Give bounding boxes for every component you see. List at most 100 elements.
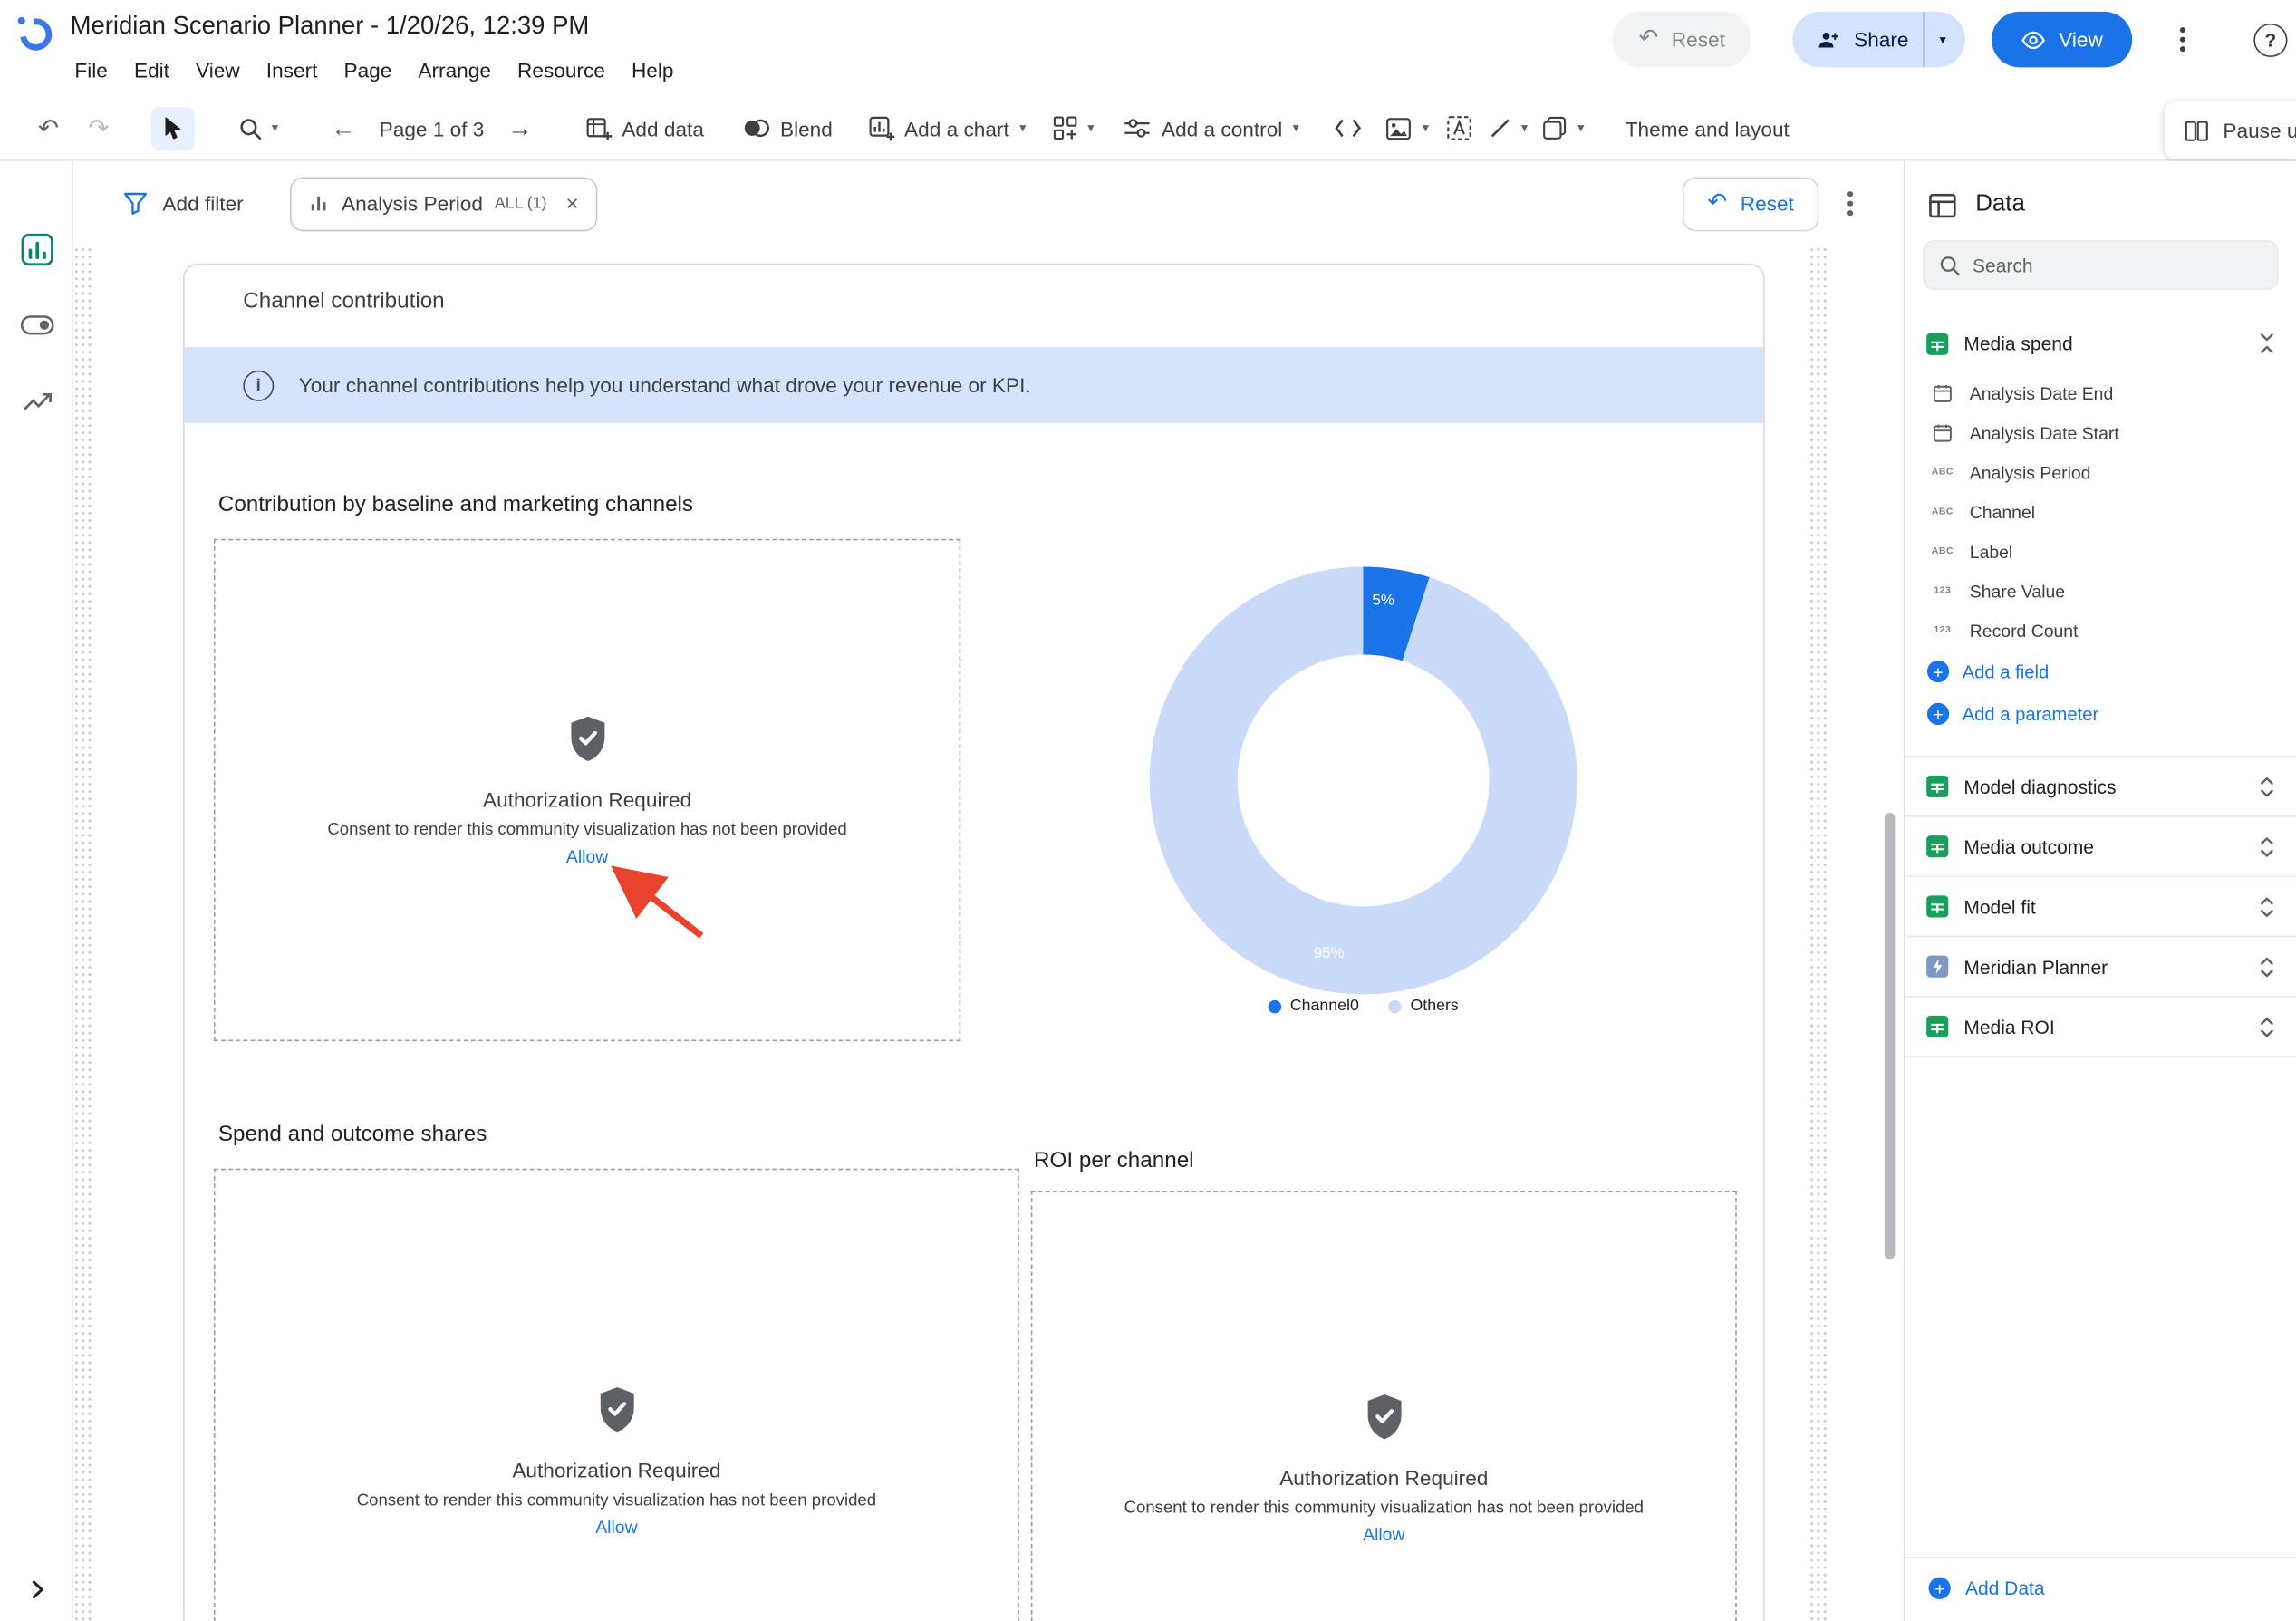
text-tool-button[interactable] xyxy=(1446,116,1471,140)
chart-legend: Channel0 Others xyxy=(1150,998,1577,1015)
page-forward-button[interactable]: → xyxy=(507,116,532,140)
source-meridian-planner[interactable]: Meridian Planner xyxy=(1905,937,2296,997)
unfold-more-icon[interactable] xyxy=(2258,776,2275,797)
help-button[interactable]: ? xyxy=(2253,23,2287,56)
menu-item-arrange[interactable]: Arrange xyxy=(405,53,505,88)
menu-item-edit[interactable]: Edit xyxy=(121,53,182,88)
add-filter-button[interactable]: Add filter xyxy=(123,192,244,216)
report-canvas: Add filter Analysis Period ALL (1) × ↶ R… xyxy=(73,161,1904,1621)
source-model-fit[interactable]: Model fit xyxy=(1905,877,2296,937)
allow-link[interactable]: Allow xyxy=(1363,1524,1404,1545)
community-viz-icon xyxy=(1053,116,1077,140)
pause-updates-button[interactable]: Pause u xyxy=(2165,101,2296,160)
auth-message: Consent to render this community visuali… xyxy=(327,821,846,838)
undo-button[interactable]: ↶ xyxy=(38,116,59,140)
source-model-diagnostics[interactable]: Model diagnostics xyxy=(1905,757,2296,817)
embed-button[interactable] xyxy=(1335,119,1363,138)
add-field-button[interactable]: + Add a field xyxy=(1905,651,2296,693)
filter-reset-button[interactable]: ↶ Reset xyxy=(1683,177,1818,231)
menu-item-file[interactable]: File xyxy=(62,53,121,88)
add-chart-button[interactable]: Add a chart ▾ xyxy=(868,115,1027,141)
field-row[interactable]: ABC Analysis Period xyxy=(1905,452,2296,492)
auth-box-roi[interactable]: Authorization Required Consent to render… xyxy=(1031,1191,1737,1621)
bar-chart-icon xyxy=(20,232,53,265)
cursor-icon xyxy=(161,116,183,140)
source-media-roi[interactable]: Media ROI xyxy=(1905,998,2296,1057)
field-row[interactable]: ABC Channel xyxy=(1905,492,2296,532)
rail-control-panel-button[interactable] xyxy=(0,287,73,363)
donut-hole xyxy=(1238,654,1490,906)
looker-studio-logo[interactable] xyxy=(14,14,54,53)
filter-bar-more-button[interactable] xyxy=(1838,181,1862,225)
close-icon[interactable]: × xyxy=(566,193,579,215)
donut-chart-container: 5% 95% xyxy=(1150,566,1577,994)
info-banner: i Your channel contributions help you un… xyxy=(185,347,1763,423)
theme-layout-button[interactable]: Theme and layout xyxy=(1626,116,1790,140)
community-viz-button[interactable]: ▾ xyxy=(1053,116,1095,140)
share-button[interactable]: Share ▾ xyxy=(1792,12,1965,67)
field-row[interactable]: ABC Label xyxy=(1905,532,2296,572)
page-indicator[interactable]: Page 1 of 3 xyxy=(380,116,485,140)
search-input[interactable] xyxy=(1973,254,2262,275)
add-parameter-button[interactable]: + Add a parameter xyxy=(1905,692,2296,735)
plus-icon: + xyxy=(1929,1578,1951,1599)
rail-trend-panel-button[interactable] xyxy=(0,363,73,439)
line-tool-button[interactable]: ▾ xyxy=(1489,117,1528,139)
menu-item-help[interactable]: Help xyxy=(618,53,687,88)
select-tool-button[interactable] xyxy=(150,106,194,150)
add-data-button[interactable]: Add data xyxy=(585,115,704,141)
toggle-icon xyxy=(20,314,53,335)
page-section-title: Channel contribution xyxy=(243,288,444,313)
blend-button[interactable]: Blend xyxy=(742,116,833,140)
redo-button[interactable]: ↷ xyxy=(88,116,109,140)
unfold-more-icon[interactable] xyxy=(2258,895,2275,917)
number-field-icon: 123 xyxy=(1930,625,1954,635)
arrow-left-icon: ← xyxy=(331,116,355,140)
shape-tool-button[interactable]: ▾ xyxy=(1542,116,1584,140)
header-reset-button[interactable]: ↶ Reset xyxy=(1612,12,1751,67)
filter-chip-analysis-period[interactable]: Analysis Period ALL (1) × xyxy=(290,177,597,231)
field-row[interactable]: 123 Share Value xyxy=(1905,571,2296,611)
menu-item-insert[interactable]: Insert xyxy=(253,53,331,88)
rail-chart-panel-button[interactable] xyxy=(0,211,73,287)
auth-box-spend[interactable]: Authorization Required Consent to render… xyxy=(214,1169,1019,1621)
field-row[interactable]: 123 Record Count xyxy=(1905,611,2296,651)
menu-item-view[interactable]: View xyxy=(183,53,254,88)
image-tool-button[interactable]: ▾ xyxy=(1385,116,1429,140)
add-control-button[interactable]: Add a control ▾ xyxy=(1124,116,1299,140)
undo-icon: ↶ xyxy=(1708,192,1728,216)
add-data-footer-button[interactable]: + Add Data xyxy=(1929,1578,2273,1599)
header-more-options-button[interactable] xyxy=(2167,14,2198,64)
info-icon: i xyxy=(243,370,274,400)
menu-item-resource[interactable]: Resource xyxy=(504,53,618,88)
auth-box-contribution[interactable]: Authorization Required Consent to render… xyxy=(214,539,960,1041)
source-media-spend[interactable]: Media spend xyxy=(1905,314,2296,373)
data-search-box[interactable] xyxy=(1923,240,2279,290)
image-icon xyxy=(1385,116,1412,140)
zoom-tool-button[interactable]: ▾ xyxy=(238,116,278,140)
embed-icon xyxy=(1335,119,1363,138)
view-button[interactable]: View xyxy=(1992,12,2132,67)
page-back-button[interactable]: ← xyxy=(331,116,355,140)
source-media-outcome[interactable]: Media outcome xyxy=(1905,817,2296,877)
menu-item-page[interactable]: Page xyxy=(331,53,405,88)
report-title[interactable]: Meridian Scenario Planner - 1/20/26, 12:… xyxy=(71,12,590,41)
person-add-icon xyxy=(1816,27,1840,52)
collapse-icon[interactable] xyxy=(2258,333,2275,354)
share-dropdown-button[interactable]: ▾ xyxy=(1924,12,1965,67)
field-row[interactable]: Analysis Date End xyxy=(1905,373,2296,413)
unfold-more-icon[interactable] xyxy=(2258,835,2275,857)
field-row[interactable]: Analysis Date Start xyxy=(1905,413,2296,453)
blend-icon xyxy=(742,117,770,139)
auth-message: Consent to render this community visuali… xyxy=(357,1492,876,1510)
kebab-icon xyxy=(2179,26,2186,53)
allow-link[interactable]: Allow xyxy=(595,1517,637,1538)
unfold-more-icon[interactable] xyxy=(2258,956,2275,978)
donut-slice-label: 5% xyxy=(1372,592,1394,609)
shield-check-icon xyxy=(564,714,610,762)
canvas-scrollbar[interactable] xyxy=(1885,813,1895,1259)
undo-icon: ↶ xyxy=(1639,28,1659,52)
field-list: Analysis Date End Analysis Date Start AB… xyxy=(1905,373,2296,735)
rail-expand-button[interactable] xyxy=(0,1578,73,1600)
unfold-more-icon[interactable] xyxy=(2258,1016,2275,1037)
